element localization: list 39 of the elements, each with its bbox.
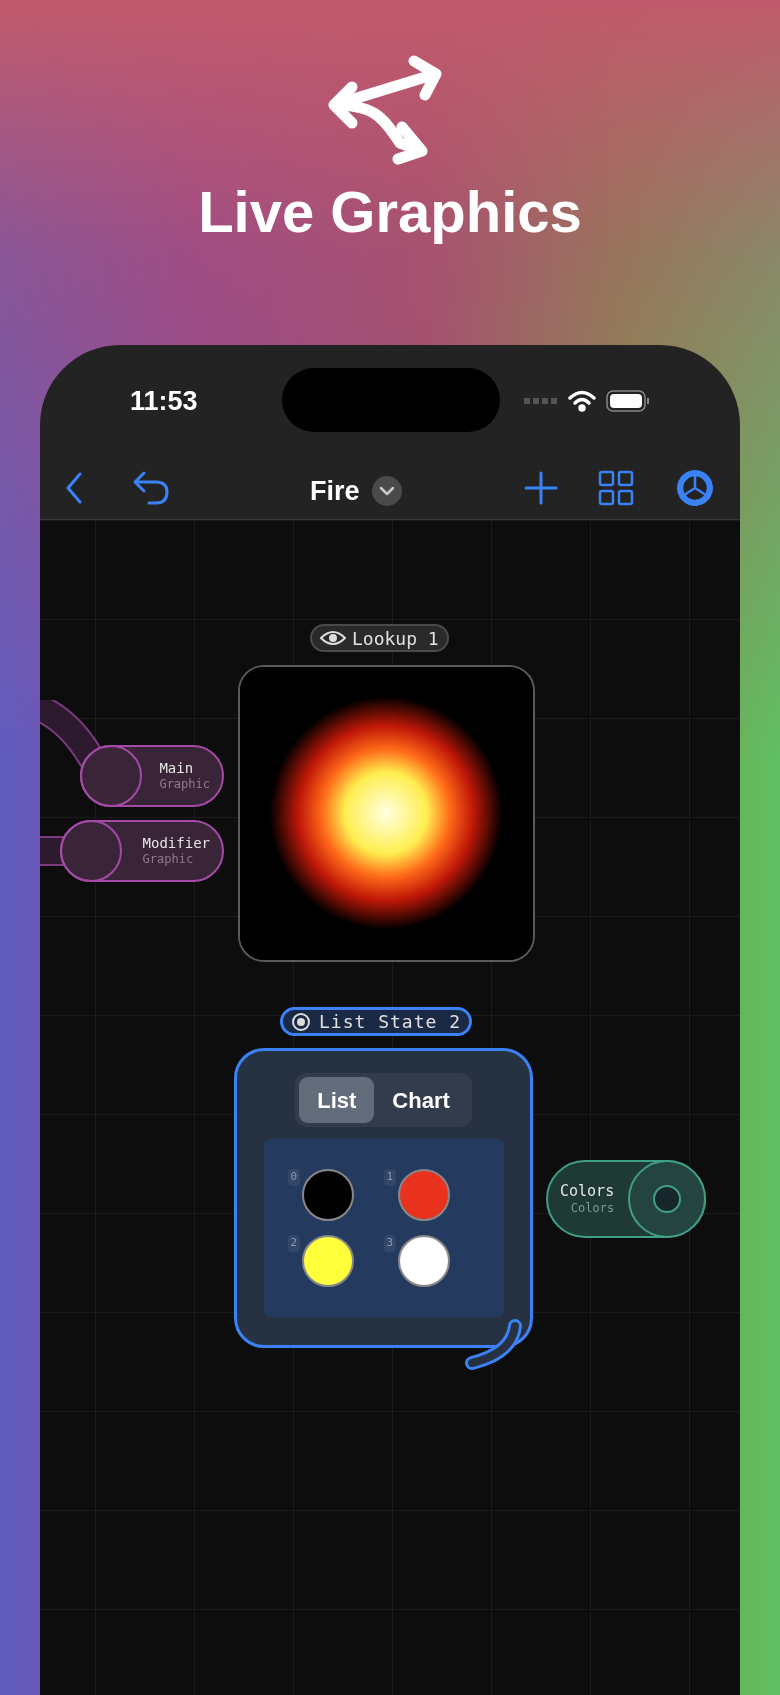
radio-icon (291, 1011, 311, 1032)
segment-tab[interactable]: List (299, 1077, 375, 1123)
add-icon[interactable] (524, 471, 558, 505)
battery-icon (606, 390, 650, 412)
port-socket-icon (60, 820, 122, 882)
color-swatch[interactable] (398, 1235, 451, 1287)
swatch-index: 0 (287, 1169, 301, 1186)
color-swatch[interactable] (398, 1169, 451, 1221)
list-node[interactable]: List Chart 0 1 2 3 (234, 1048, 533, 1348)
settings-icon[interactable] (674, 467, 716, 509)
swatch-index: 3 (383, 1235, 397, 1252)
node-label[interactable]: Lookup 1 (310, 624, 449, 652)
port-name: Colors (560, 1182, 615, 1201)
port-name: Main (159, 759, 195, 778)
input-port[interactable]: Main Graphic (80, 745, 224, 807)
output-port[interactable]: Colors Colors (546, 1160, 706, 1238)
segment-tab[interactable]: Chart (374, 1077, 468, 1123)
port-name: Modifier (142, 834, 210, 853)
back-icon[interactable] (64, 472, 84, 504)
eye-icon (320, 630, 346, 646)
document-title[interactable]: Fire (310, 471, 360, 512)
port-type: Colors (570, 1200, 615, 1216)
signal-icon (524, 397, 558, 405)
undo-icon[interactable] (132, 470, 170, 506)
port-type: Graphic (159, 777, 210, 793)
node-label[interactable]: List State 2 (280, 1007, 473, 1036)
wire (462, 1318, 524, 1372)
port-type: Graphic (142, 852, 195, 868)
port-socket-icon (80, 745, 142, 807)
swatch-index: 1 (383, 1169, 397, 1186)
color-swatch[interactable] (302, 1235, 355, 1287)
wifi-icon (568, 390, 596, 412)
status-time: 11:53 (130, 384, 198, 418)
grid-icon[interactable] (598, 470, 634, 506)
color-swatch[interactable] (302, 1169, 355, 1221)
port-socket-icon (628, 1160, 706, 1238)
input-port[interactable]: Modifier Graphic (60, 820, 224, 882)
dropdown-icon[interactable] (371, 476, 402, 507)
swatch-index: 2 (287, 1235, 301, 1252)
